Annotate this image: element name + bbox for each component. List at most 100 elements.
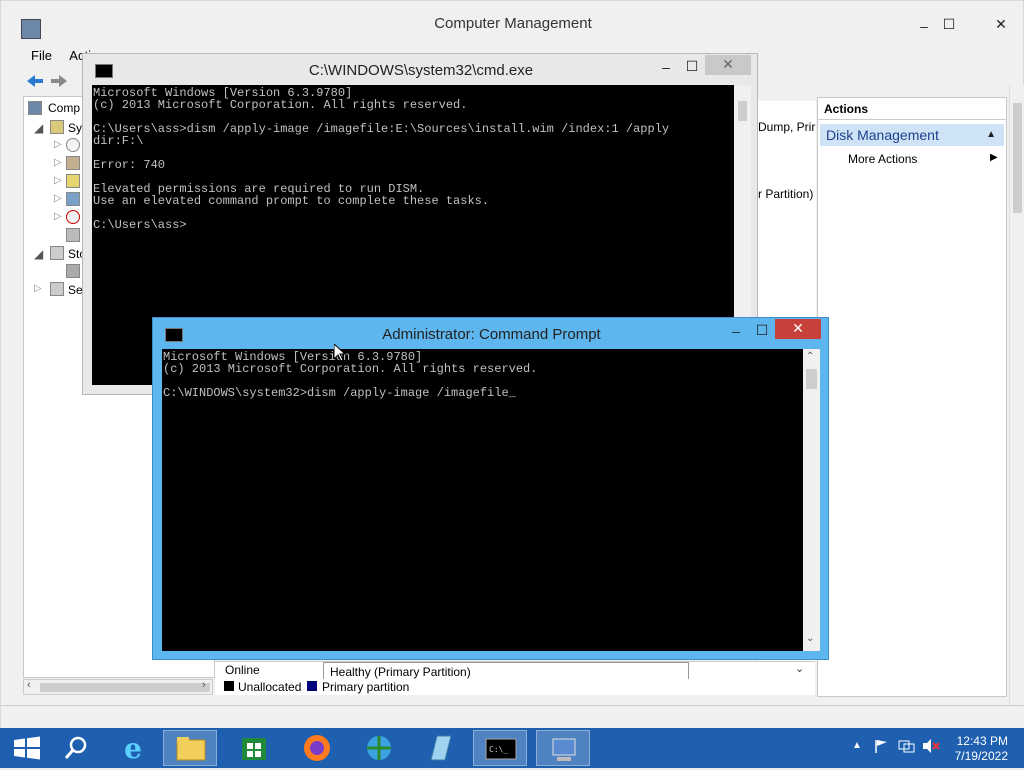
more-actions-label: More Actions — [848, 152, 918, 166]
users-icon — [66, 192, 80, 206]
chevron-right-icon[interactable]: ▷ — [54, 157, 62, 168]
window-title: Computer Management — [434, 15, 592, 32]
clock-time: 12:43 PM — [956, 734, 1008, 748]
show-hidden-icons-icon[interactable]: ▲ — [852, 740, 862, 751]
start-icon — [14, 736, 40, 760]
more-actions-item[interactable]: More Actions — [848, 152, 917, 166]
legend-primary: Primary partition — [322, 680, 410, 694]
mouse-cursor-icon — [333, 342, 347, 365]
primary-swatch — [307, 681, 317, 691]
back-arrow-icon[interactable] — [25, 73, 45, 89]
cmd-console-text: Microsoft Windows [Version 6.3.9780] (c)… — [93, 86, 670, 232]
unallocated-swatch — [224, 681, 234, 691]
store-taskbar-button[interactable] — [227, 730, 281, 766]
minimize-button[interactable]: – — [723, 322, 749, 340]
tree-item-computer[interactable]: Comp — [48, 101, 80, 115]
svg-text:e: e — [124, 732, 142, 765]
volume-muted-icon[interactable] — [922, 738, 940, 757]
shared-folders-icon — [66, 174, 80, 188]
maximize-button[interactable]: ☐ — [749, 321, 775, 339]
event-viewer-icon — [66, 156, 80, 170]
installer-taskbar-button[interactable] — [352, 730, 406, 766]
maximize-button[interactable]: ☐ — [936, 15, 962, 33]
actions-pane: Actions Disk Management ▲ More Actions ▶ — [817, 97, 1007, 697]
scroll-down-icon[interactable]: ⌄ — [795, 662, 804, 675]
expand-arrow-icon[interactable]: ◢ — [34, 121, 43, 135]
actions-section-disk-management[interactable]: Disk Management ▲ — [820, 124, 1004, 146]
start-button[interactable] — [0, 730, 54, 766]
chevron-right-icon[interactable]: ▷ — [54, 139, 62, 150]
action-center-flag-icon[interactable] — [874, 738, 890, 757]
scroll-right-icon[interactable]: › — [202, 679, 206, 691]
file-explorer-taskbar-button[interactable] — [163, 730, 217, 766]
scroll-left-icon[interactable]: ‹ — [27, 679, 31, 691]
search-button[interactable] — [52, 730, 106, 766]
scrollbar-thumb[interactable] — [40, 683, 210, 692]
minimize-button[interactable]: – — [653, 58, 679, 76]
cmd-icon: C:\_ — [485, 738, 517, 760]
storage-icon — [50, 246, 64, 260]
volume-type-text: Dump, Prir — [758, 120, 816, 134]
scrollbar-thumb[interactable] — [806, 369, 817, 389]
scroll-up-icon[interactable]: ⌃ — [806, 351, 814, 362]
computer-management-icon — [552, 738, 576, 761]
firefox-taskbar-button[interactable] — [290, 730, 344, 766]
clock-icon — [66, 138, 80, 152]
ie-taskbar-button[interactable]: e — [106, 730, 160, 766]
store-icon — [242, 738, 266, 760]
cmd-taskbar-button[interactable]: C:\_ — [473, 730, 527, 766]
legend-unallocated: Unallocated — [238, 680, 302, 694]
admin-cmd-window[interactable]: Administrator: Command Prompt – ☐ ✕ Micr… — [152, 317, 829, 660]
minimize-button[interactable]: – — [911, 17, 937, 35]
notepad-icon — [430, 735, 452, 761]
submenu-arrow-icon: ▶ — [990, 152, 998, 163]
scroll-down-icon[interactable]: ⌄ — [806, 633, 814, 644]
legend-bar: Unallocated Primary partition — [215, 679, 815, 695]
disk-icon — [66, 264, 80, 278]
chevron-right-icon[interactable]: ▷ — [54, 175, 62, 186]
clock-date: 7/19/2022 — [954, 749, 1008, 763]
close-button[interactable]: ✕ — [775, 319, 821, 339]
maximize-button[interactable]: ☐ — [679, 57, 705, 75]
volume-status-text: r Partition) — [758, 187, 814, 201]
network-icon[interactable] — [898, 738, 916, 757]
forward-arrow-icon[interactable] — [49, 73, 69, 89]
svg-text:C:\_: C:\_ — [489, 745, 508, 754]
installer-icon — [367, 736, 391, 760]
computer-management-taskbar-button[interactable] — [536, 730, 590, 766]
ie-icon: e — [124, 732, 142, 765]
services-icon — [50, 282, 64, 296]
file-explorer-icon — [176, 737, 206, 761]
taskbar: e C:\_ ▲ 12:43 PM 7/19/2022 — [0, 728, 1024, 768]
system-clock[interactable]: 12:43 PM 7/19/2022 — [955, 734, 1008, 764]
notepad-taskbar-button[interactable] — [413, 730, 467, 766]
disk-row: Online Healthy (Primary Partition) ⌄ — [215, 661, 815, 680]
actions-header: Actions — [818, 98, 1006, 120]
chevron-right-icon[interactable]: ▷ — [34, 283, 42, 294]
close-button[interactable]: ✕ — [988, 15, 1014, 33]
menu-file[interactable]: File — [31, 48, 52, 63]
admin-cmd-console[interactable]: Microsoft Windows [Version 6.3.9780] (c)… — [162, 349, 803, 651]
tools-icon — [50, 120, 64, 134]
expand-arrow-icon[interactable]: ◢ — [34, 247, 43, 261]
firefox-icon — [304, 735, 330, 761]
partition-block[interactable]: Healthy (Primary Partition) — [323, 662, 689, 680]
vertical-scrollbar[interactable] — [1009, 85, 1024, 705]
disk-status: Online — [225, 663, 260, 677]
chevron-right-icon[interactable]: ▷ — [54, 193, 62, 204]
performance-icon — [66, 210, 80, 224]
status-bar — [1, 705, 1024, 728]
scrollbar-thumb[interactable] — [1013, 103, 1022, 213]
admin-cmd-vertical-scrollbar[interactable]: ⌃ ⌄ — [803, 349, 820, 651]
computer-icon — [28, 101, 42, 115]
actions-section-label: Disk Management — [826, 127, 939, 143]
collapse-up-icon[interactable]: ▲ — [986, 124, 996, 146]
partition-health: Healthy (Primary Partition) — [330, 665, 471, 679]
close-button[interactable]: ✕ — [705, 55, 751, 75]
scrollbar-thumb[interactable] — [738, 101, 747, 121]
chevron-right-icon[interactable]: ▷ — [54, 211, 62, 222]
device-manager-icon — [66, 228, 80, 242]
admin-cmd-console-text: Microsoft Windows [Version 6.3.9780] (c)… — [163, 350, 538, 400]
tree-horizontal-scrollbar[interactable]: ‹ › — [23, 679, 213, 695]
search-icon — [64, 736, 87, 759]
